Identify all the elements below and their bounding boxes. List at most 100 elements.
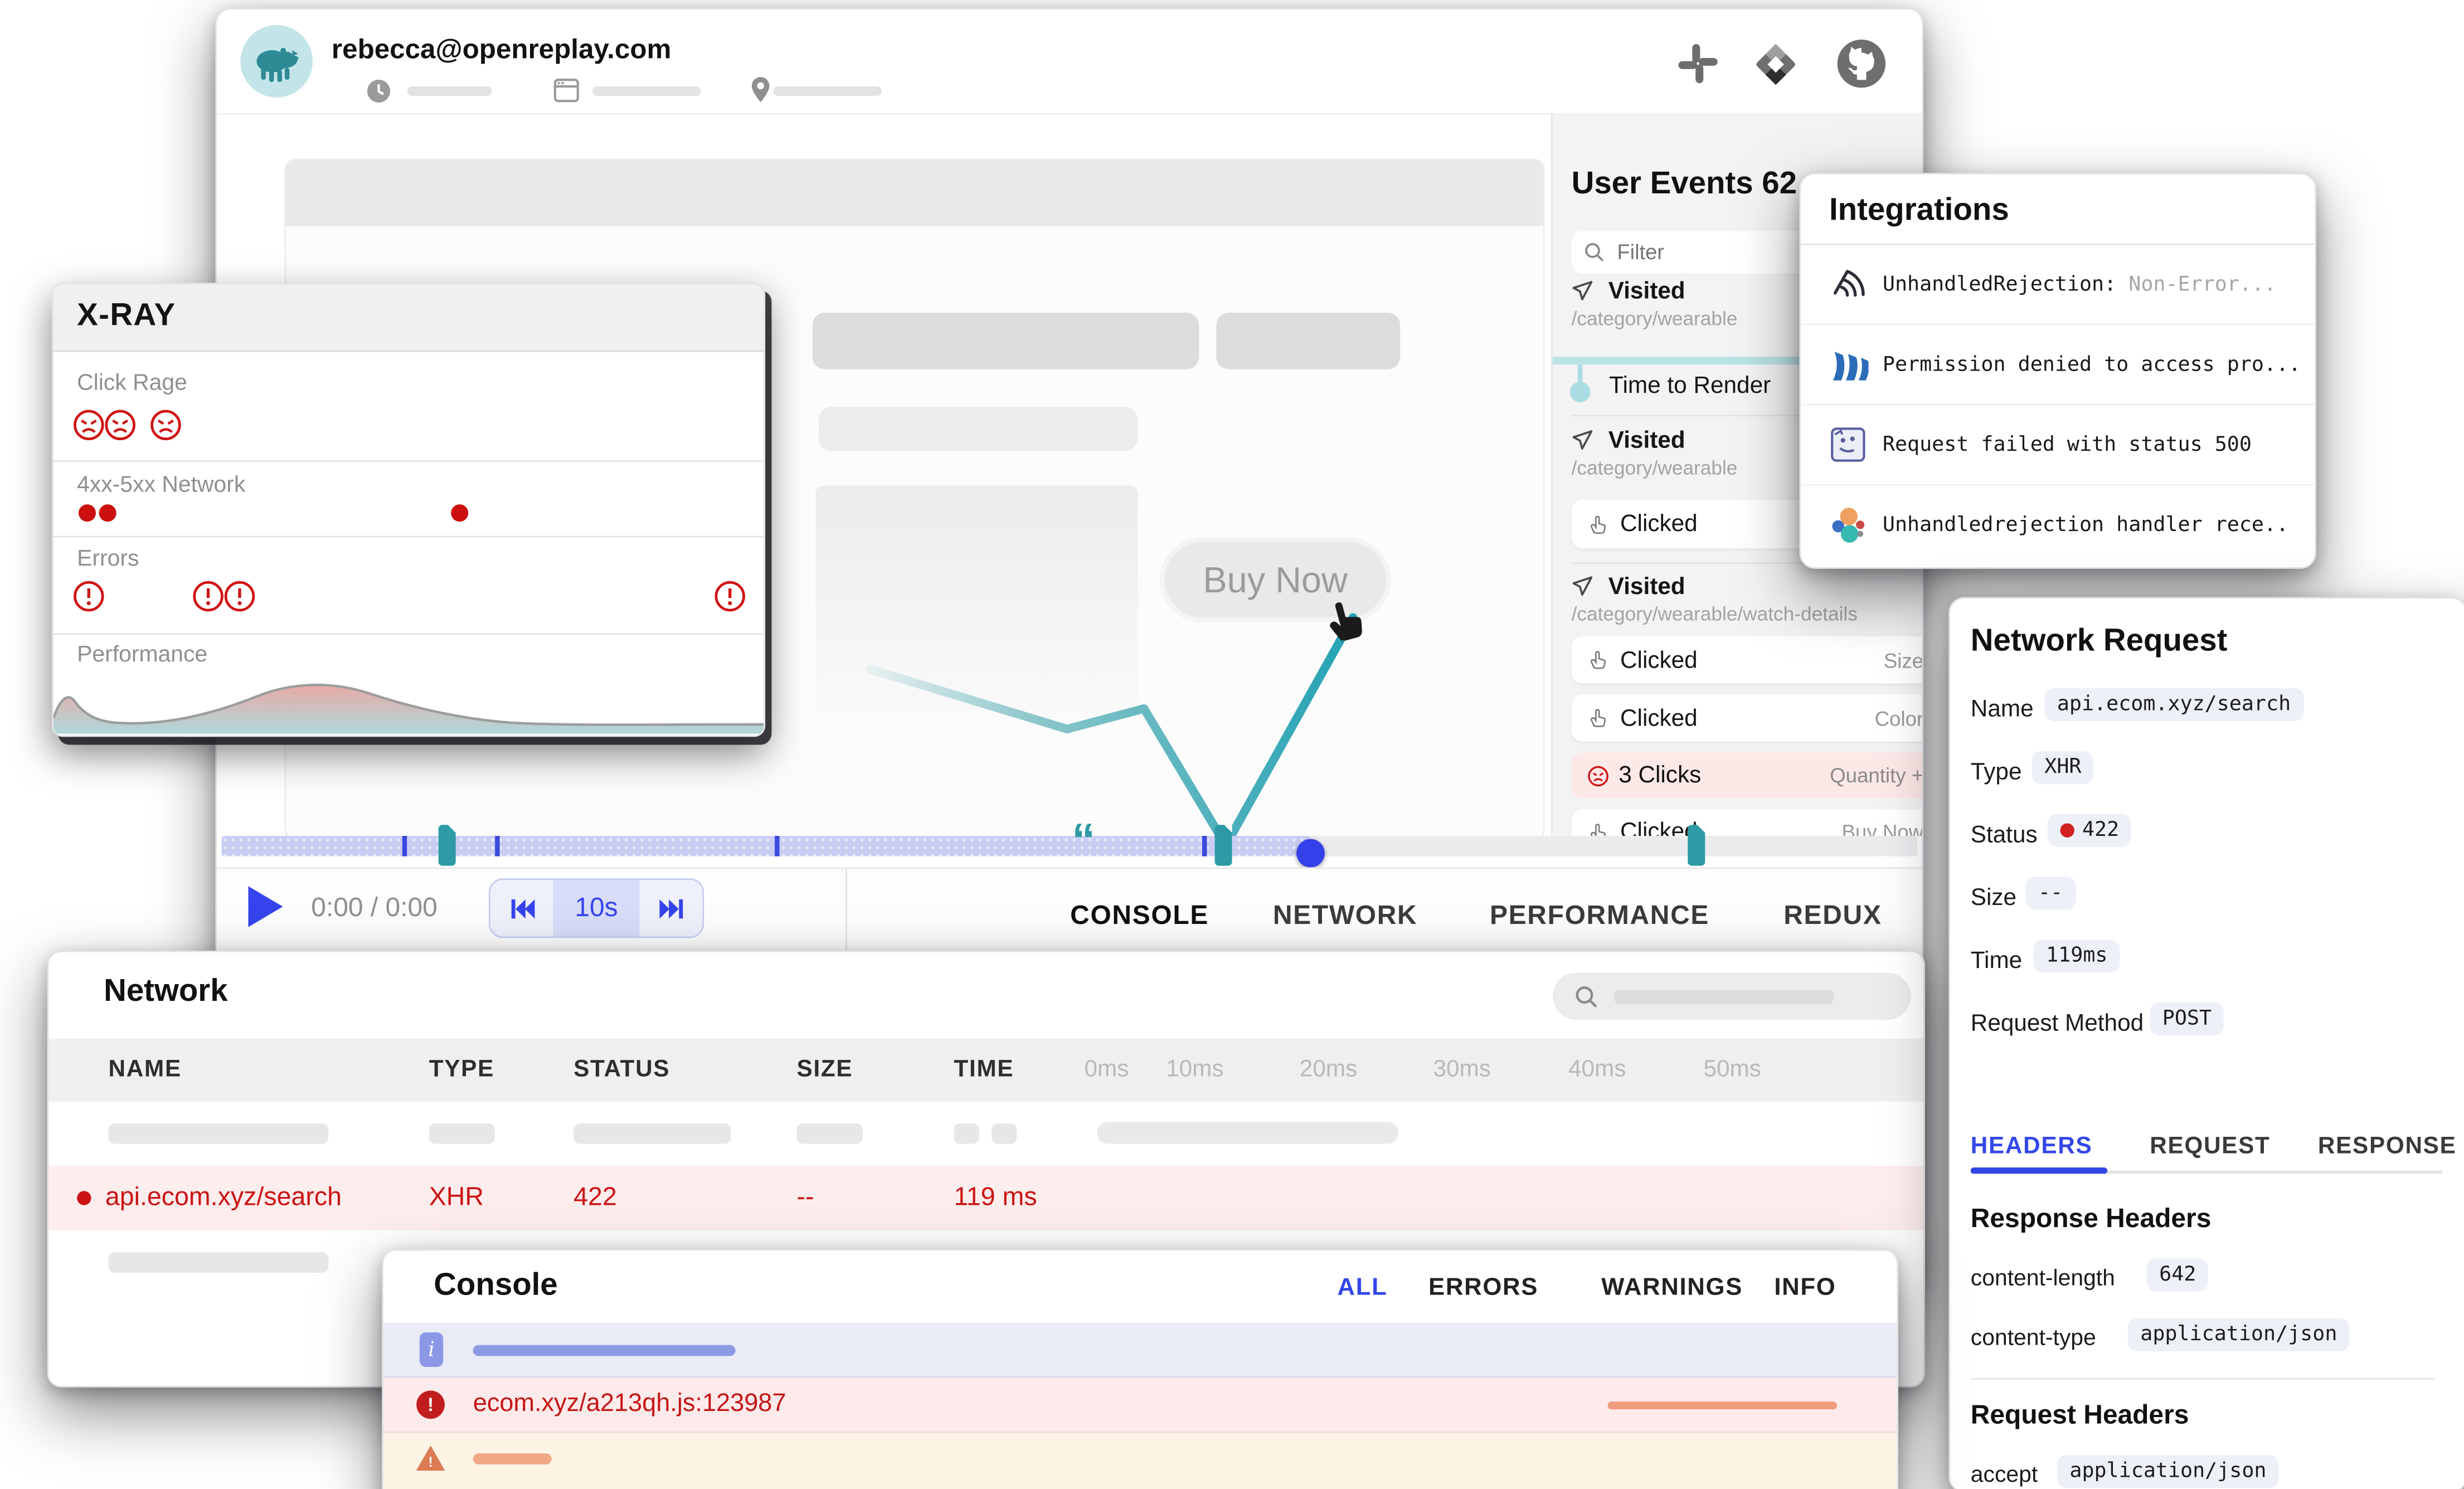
request-size: -- [797, 1183, 814, 1213]
network-row-skeleton[interactable] [48, 1102, 1923, 1167]
tab-response[interactable]: RESPONSE [2318, 1133, 2457, 1160]
timeline-event-tick[interactable] [775, 836, 779, 857]
skip-forward-button[interactable] [640, 880, 703, 937]
timeline-event-tick[interactable] [1202, 836, 1207, 857]
network-error-dot [99, 504, 116, 522]
event-title: Visited [1608, 427, 1685, 454]
elastic-icon [1829, 506, 1868, 545]
skeleton-bar [1607, 1402, 1837, 1409]
jira-icon[interactable] [1752, 41, 1800, 88]
timeline-quote-marker[interactable]: “ [1072, 822, 1095, 863]
warning-icon: ! [415, 1444, 446, 1472]
skeleton-bar [473, 1345, 736, 1356]
request-name: api.ecom.xyz/search [105, 1183, 342, 1213]
field-value-request-method: POST [2150, 1003, 2224, 1035]
skip-back-button[interactable] [490, 880, 553, 937]
skeleton-bar [1614, 989, 1834, 1003]
field-label-name: Name [1971, 696, 2034, 723]
integration-row-sentry[interactable]: UnhandledRejection: Non-Error... [1801, 245, 2315, 325]
clock-icon [366, 79, 391, 104]
event-rage-click-card[interactable]: 3 Clicks Quantity + [1572, 753, 1924, 799]
console-tab-all[interactable]: ALL [1337, 1274, 1387, 1303]
visited-icon [1572, 429, 1593, 451]
event-visited[interactable]: Visited [1572, 427, 1685, 456]
console-row-info[interactable]: i [383, 1323, 1897, 1378]
integration-row-elastic[interactable]: Unhandledrejection handler rece.. [1801, 485, 2315, 566]
field-value-text: 119ms [2046, 945, 2107, 968]
event-visited[interactable]: Visited [1572, 573, 1685, 602]
event-path: /category/wearable [1572, 458, 1738, 479]
avatar [240, 25, 313, 98]
skip-duration[interactable]: 10s [553, 880, 639, 937]
time-display: 0:00 / 0:00 [311, 893, 438, 924]
tab-network[interactable]: NETWORK [1273, 901, 1417, 932]
mockup-header-skeleton [286, 160, 1543, 226]
integration-text: Permission denied to access pro... [1883, 353, 2301, 376]
cursor-hand-icon [1321, 594, 1375, 651]
event-clicked-card[interactable]: Clicked Size [1572, 636, 1924, 684]
integrations-window: Integrations UnhandledRejection: Non-Err… [1799, 173, 2316, 569]
user-events-title: User Events 62 [1572, 167, 1797, 203]
tab-performance[interactable]: PERFORMANCE [1490, 901, 1709, 932]
rage-face-icon [104, 408, 137, 441]
time-to-render-dot [1570, 382, 1591, 402]
play-button[interactable] [245, 883, 286, 931]
network-row-error[interactable]: api.ecom.xyz/search XHR 422 -- 119 ms [48, 1166, 1923, 1230]
field-value-text: POST [2162, 1007, 2212, 1030]
tab-redux[interactable]: REDUX [1783, 901, 1882, 932]
event-target: Buy Now [1841, 820, 1923, 836]
skeleton-bar [773, 86, 882, 96]
field-label-type: Type [1971, 759, 2022, 786]
rage-face-icon [72, 408, 105, 441]
console-row-error[interactable]: ! ecom.xyz/a213qh.js:123987 [383, 1378, 1897, 1433]
click-hand-icon [1587, 513, 1609, 535]
browser-icon [553, 77, 580, 104]
request-time: 119 ms [954, 1183, 1037, 1213]
search-icon [1574, 984, 1598, 1008]
skeleton-block [819, 407, 1138, 451]
location-icon [748, 75, 773, 104]
event-clicked-card[interactable]: Clicked Color [1572, 694, 1924, 742]
click-hand-icon [1587, 649, 1609, 670]
event-title: 3 Clicks [1619, 762, 1701, 789]
tab-headers[interactable]: HEADERS [1971, 1133, 2093, 1160]
rage-face-icon [149, 408, 182, 441]
click-hand-icon [1587, 821, 1609, 836]
event-target: Color [1875, 706, 1924, 729]
network-search-field[interactable] [1553, 972, 1911, 1020]
col-size: SIZE [797, 1056, 853, 1083]
integration-text-main: UnhandledRejection: [1883, 273, 2116, 296]
timeline-event-tick[interactable] [402, 836, 407, 857]
divider [1971, 1378, 2434, 1380]
skeleton-bar [992, 1123, 1017, 1144]
timeline-page-marker[interactable] [1215, 825, 1232, 865]
event-clicked-card[interactable]: Clicked Buy Now [1572, 809, 1924, 836]
timeline-event-tick[interactable] [495, 836, 499, 857]
console-tab-errors[interactable]: ERRORS [1428, 1274, 1538, 1303]
integration-text: Request failed with status 500 [1883, 433, 2252, 456]
timeline-page-marker[interactable] [1688, 825, 1705, 865]
timeline-page-marker[interactable] [439, 825, 456, 865]
col-status: STATUS [574, 1056, 670, 1083]
slack-icon[interactable] [1677, 42, 1719, 85]
console-row-warning[interactable]: ! [383, 1433, 1897, 1489]
network-request-title: Network Request [1971, 624, 2228, 660]
header-value-accept: application/json [2057, 1455, 2279, 1488]
console-tab-warnings[interactable]: WARNINGS [1601, 1274, 1743, 1303]
console-window: Console ALL ERRORS WARNINGS INFO i ! eco… [382, 1249, 1898, 1489]
tab-console[interactable]: CONSOLE [1070, 901, 1209, 932]
field-value-text: application/json [2069, 1459, 2266, 1483]
event-visited[interactable]: Visited [1572, 278, 1685, 306]
player-topbar: rebecca@openreplay.com [217, 9, 1922, 115]
console-tab-info[interactable]: INFO [1774, 1274, 1836, 1303]
playhead[interactable] [1296, 839, 1325, 868]
event-time-to-render[interactable]: Time to Render [1609, 372, 1771, 399]
player-controls: 0:00 / 0:00 10s CONSOLE NETWORK PERFORMA… [217, 867, 1922, 963]
tab-request[interactable]: REQUEST [2150, 1133, 2270, 1160]
field-label-time: Time [1971, 947, 2022, 974]
integration-row-datadog[interactable]: Request failed with status 500 [1801, 405, 2315, 485]
integration-row-waves[interactable]: Permission denied to access pro... [1801, 325, 2315, 406]
github-icon[interactable] [1835, 38, 1887, 90]
console-error-text: ecom.xyz/a213qh.js:123987 [473, 1390, 786, 1419]
visited-icon [1572, 280, 1593, 301]
